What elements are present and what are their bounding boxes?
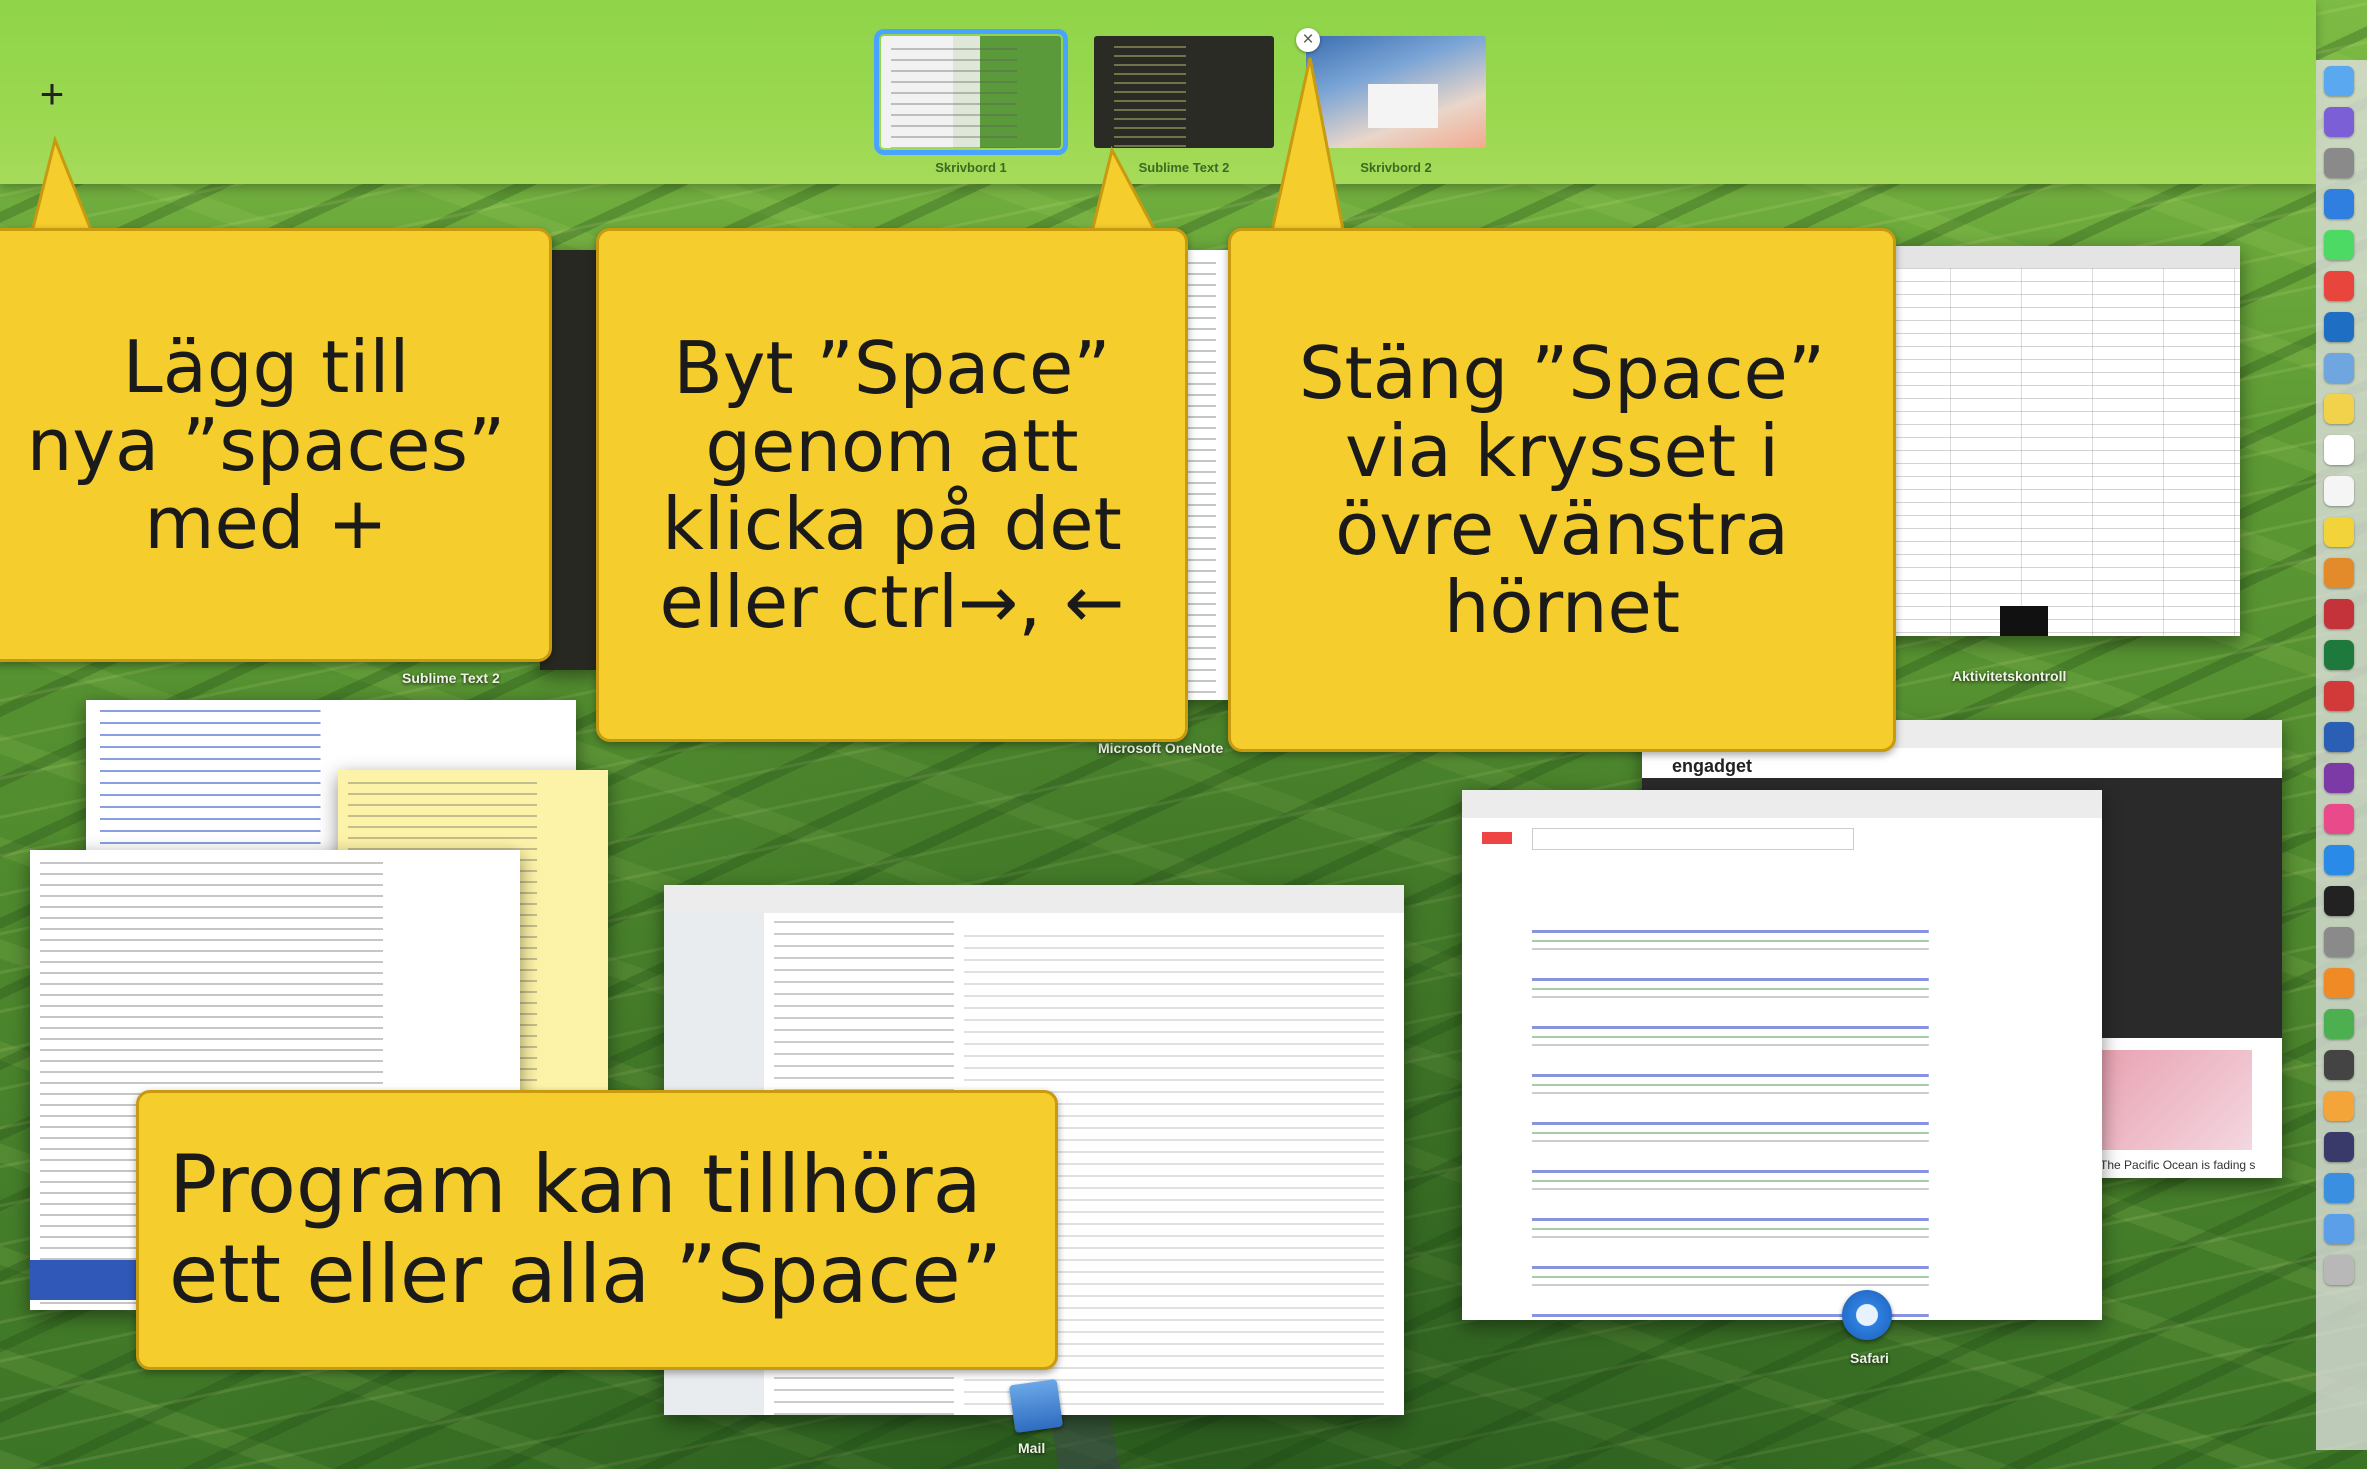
mission-control-screen: + Skrivbord 1 Sublime Text 2 Skrivbord 2…	[0, 0, 2367, 1469]
notes-icon[interactable]	[2324, 394, 2354, 424]
safari-icon[interactable]	[2324, 189, 2354, 219]
callout-close-text: Stäng ”Space” via krysset i övre vänstra…	[1298, 331, 1826, 649]
trash-icon[interactable]	[2324, 1255, 2354, 1285]
dock	[2316, 60, 2367, 1450]
photos-icon[interactable]	[2324, 1091, 2354, 1121]
preview-icon[interactable]	[2324, 353, 2354, 383]
callout-switch-space: Byt ”Space” genom att klicka på det elle…	[596, 228, 1188, 742]
callout-close-space: Stäng ”Space” via krysset i övre vänstra…	[1228, 228, 1896, 752]
system-preferences-icon[interactable]	[2324, 927, 2354, 957]
callout-apps-spaces: Program kan tillhöra ett eller alla ”Spa…	[136, 1090, 1058, 1370]
excel-icon[interactable]	[2324, 640, 2354, 670]
pointer-add	[28, 135, 98, 242]
pointer-close	[1268, 57, 1347, 242]
calendar-icon[interactable]	[2324, 435, 2354, 465]
maps-icon[interactable]	[2324, 1009, 2354, 1039]
photo-booth-icon[interactable]	[2324, 681, 2354, 711]
app-store-icon[interactable]	[2324, 845, 2354, 875]
camera-icon[interactable]	[2324, 599, 2354, 629]
launchpad-icon[interactable]	[2324, 148, 2354, 178]
downloads-icon[interactable]	[2324, 1173, 2354, 1203]
terminal-icon[interactable]	[2324, 886, 2354, 916]
outlook-icon[interactable]	[2324, 312, 2354, 342]
chrome-icon[interactable]	[2324, 271, 2354, 301]
callout-apps-text: Program kan tillhöra ett eller alla ”Spa…	[169, 1138, 1003, 1321]
siri-icon[interactable]	[2324, 107, 2354, 137]
quicktime-icon[interactable]	[2324, 1132, 2354, 1162]
pointer-switch	[1088, 145, 1163, 242]
books-icon[interactable]	[2324, 558, 2354, 588]
callout-switch-text: Byt ”Space” genom att klicka på det elle…	[659, 326, 1125, 644]
callout-add-space: Lägg till nya ”spaces” med +	[0, 228, 552, 662]
messages-icon[interactable]	[2324, 230, 2354, 260]
stickies-icon[interactable]	[2324, 517, 2354, 547]
documents-icon[interactable]	[2324, 1214, 2354, 1244]
itunes-icon[interactable]	[2324, 804, 2354, 834]
onenote-icon[interactable]	[2324, 763, 2354, 793]
sublime-icon[interactable]	[2324, 968, 2354, 998]
word-icon[interactable]	[2324, 722, 2354, 752]
activity-monitor-icon[interactable]	[2324, 1050, 2354, 1080]
textedit-icon[interactable]	[2324, 476, 2354, 506]
callout-add-text: Lägg till nya ”spaces” med +	[26, 325, 506, 565]
finder-icon[interactable]	[2324, 66, 2354, 96]
